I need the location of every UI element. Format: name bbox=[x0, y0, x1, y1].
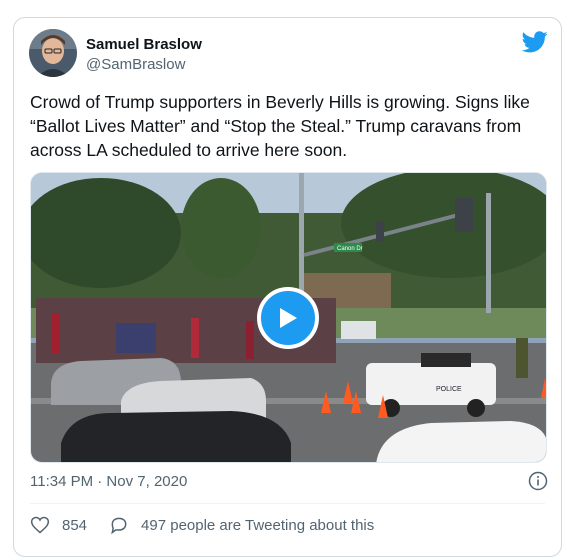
twitter-bird-icon[interactable] bbox=[522, 31, 548, 53]
like-count: 854 bbox=[62, 516, 88, 534]
tweet-text: Crowd of Trump supporters in Beverly Hil… bbox=[30, 92, 530, 160]
tweet-actions: 854 497 people are Tweeting about this bbox=[30, 515, 396, 535]
heart-icon bbox=[30, 516, 50, 534]
play-button[interactable] bbox=[257, 287, 319, 349]
street-sign: Canon Dr bbox=[337, 246, 363, 252]
police-label: POLICE bbox=[436, 386, 462, 393]
tweet-timestamp[interactable]: 11:34 PM · Nov 7, 2020 bbox=[30, 473, 187, 490]
video-player[interactable]: POLICE Canon Dr bbox=[30, 172, 547, 463]
conversation-link[interactable]: 497 people are Tweeting about this bbox=[109, 515, 374, 535]
author-name[interactable]: Samuel Braslow bbox=[86, 36, 202, 53]
tweet-card: Samuel Braslow @SamBraslow Crowd of Trum… bbox=[13, 17, 562, 557]
info-icon[interactable] bbox=[528, 471, 548, 491]
play-icon bbox=[280, 308, 297, 328]
author-handle[interactable]: @SamBraslow bbox=[86, 56, 185, 73]
divider bbox=[30, 503, 545, 504]
conversation-text: 497 people are Tweeting about this bbox=[141, 516, 375, 534]
avatar[interactable] bbox=[29, 29, 77, 77]
like-button[interactable]: 854 bbox=[30, 515, 87, 535]
comment-icon bbox=[111, 517, 127, 535]
